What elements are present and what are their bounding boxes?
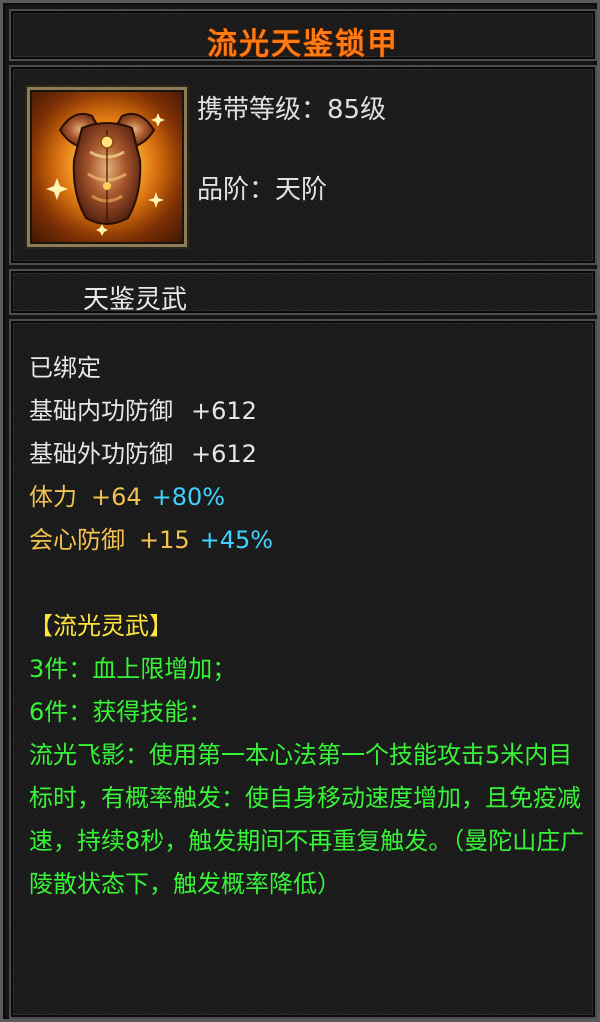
carry-level-value: 85级 <box>327 95 387 125</box>
attribute-percent: +45% <box>199 526 274 554</box>
attribute-panel: 已绑定 基础内功防御 +612 基础外功防御 +612 体力 +64 +80% 会心防御… <box>9 319 597 1019</box>
attribute-label: 会心防御 <box>29 526 125 554</box>
set-bonus-6piece: 6件：获得技能： <box>29 698 213 726</box>
attribute-value: +612 <box>191 397 257 425</box>
set-bonus-3piece: 3件：血上限增加； <box>29 655 237 683</box>
item-grade: 品阶：天阶 <box>197 169 327 206</box>
item-tooltip: 流光天鉴锁甲 携带等级：85级 品阶：天阶 天鉴灵武 已绑定 基础内功防御 +6… <box>0 0 600 1022</box>
item-name: 流光天鉴锁甲 <box>207 27 399 62</box>
carry-level: 携带等级：85级 <box>197 89 386 126</box>
item-info-panel: 携带等级：85级 品阶：天阶 <box>9 65 597 265</box>
attribute-label: 基础外功防御 <box>29 440 173 468</box>
extra-attribute-row: 会心防御 +15 +45% <box>29 519 587 562</box>
attribute-row: 基础外功防御 +612 <box>29 433 587 476</box>
attribute-value: +15 <box>139 526 190 554</box>
set-skill-description: 流光飞影：使用第一本心法第一个技能攻击5米内目标时，有概率触发：使自身移动速度增… <box>29 741 585 898</box>
attribute-row: 基础内功防御 +612 <box>29 390 587 433</box>
attribute-percent: +80% <box>151 483 226 511</box>
title-bar: 流光天鉴锁甲 <box>9 9 597 62</box>
extra-attribute-row: 体力 +64 +80% <box>29 476 587 519</box>
attribute-label: 基础内功防御 <box>29 397 173 425</box>
set-name-bar: 天鉴灵武 <box>9 269 597 315</box>
attribute-label: 体力 <box>29 483 77 511</box>
bound-status: 已绑定 <box>29 354 101 382</box>
item-grade-label: 品阶： <box>197 175 276 205</box>
carry-level-label: 携带等级： <box>197 95 328 125</box>
attribute-value: +612 <box>191 440 257 468</box>
attribute-value: +64 <box>91 483 142 511</box>
attribute-list: 已绑定 基础内功防御 +612 基础外功防御 +612 体力 +64 +80% 会心防御… <box>29 347 587 906</box>
golden-chest-armor-icon <box>37 95 177 236</box>
set-bonus-title: 【流光灵武】 <box>29 612 173 640</box>
set-name: 天鉴灵武 <box>83 285 188 315</box>
item-icon-slot[interactable] <box>27 87 187 247</box>
divider-space <box>29 562 587 605</box>
item-grade-value: 天阶 <box>275 175 328 205</box>
